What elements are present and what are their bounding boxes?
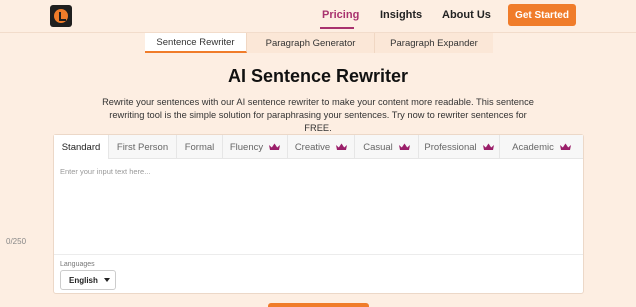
mode-tab-casual[interactable]: Casual (355, 135, 419, 159)
mode-tab-professional[interactable]: Professional (419, 135, 500, 159)
mode-tab-formal[interactable]: Formal (177, 135, 223, 159)
nav-about-us[interactable]: About Us (442, 9, 491, 21)
mode-tab-first-person[interactable]: First Person (109, 135, 177, 159)
app-logo[interactable] (50, 5, 72, 27)
rewriter-panel: Standard First Person Formal Fluency Cre… (53, 134, 584, 294)
logo-mark-icon (54, 9, 68, 23)
languages-label: Languages (60, 261, 95, 268)
nav-active-indicator (320, 27, 354, 29)
rewrite-button[interactable] (268, 303, 369, 307)
text-input[interactable]: Enter your input text here... (60, 167, 150, 176)
mode-tab-academic[interactable]: Academic (500, 135, 583, 159)
crown-icon (482, 143, 494, 151)
mode-tab-label: Professional (424, 141, 477, 153)
mode-tab-label: First Person (116, 141, 169, 153)
char-count: 0/250 (6, 237, 27, 246)
mode-tab-fluency[interactable]: Fluency (223, 135, 288, 159)
mode-tab-label: Casual (363, 141, 393, 153)
crown-icon (336, 143, 348, 151)
language-divider (54, 254, 583, 255)
mode-tabs: Standard First Person Formal Fluency Cre… (54, 135, 583, 159)
chevron-down-icon (103, 278, 110, 282)
crown-icon (269, 143, 281, 151)
top-header: Pricing Insights About Us Get Started (0, 0, 636, 32)
mode-tab-label: Fluency (229, 141, 264, 153)
crown-icon (559, 143, 571, 151)
page-description: Rewrite your sentences with our AI sente… (100, 96, 536, 135)
tab-sentence-rewriter[interactable]: Sentence Rewriter (145, 33, 247, 53)
mode-tab-label: Standard (61, 141, 101, 153)
tab-paragraph-generator[interactable]: Paragraph Generator (247, 33, 375, 53)
language-select[interactable]: English (60, 270, 116, 290)
mode-tab-creative[interactable]: Creative (288, 135, 355, 159)
mode-tab-label: Academic (512, 141, 554, 153)
mode-tab-label: Creative (294, 141, 331, 153)
tool-tabs: Sentence Rewriter Paragraph Generator Pa… (145, 33, 493, 53)
page-title: AI Sentence Rewriter (227, 66, 409, 86)
crown-icon (398, 143, 410, 151)
nav-insights[interactable]: Insights (380, 9, 422, 21)
description-line-2: rewriting tool is the simple solution fo… (109, 110, 527, 133)
get-started-button[interactable]: Get Started (508, 4, 576, 26)
language-value: English (69, 275, 98, 285)
description-line-1: Rewrite your sentences with our AI sente… (102, 97, 534, 107)
nav-pricing[interactable]: Pricing (322, 9, 359, 21)
mode-tab-standard[interactable]: Standard (54, 135, 109, 159)
tab-paragraph-expander[interactable]: Paragraph Expander (375, 33, 493, 53)
mode-tab-label: Formal (184, 141, 215, 153)
